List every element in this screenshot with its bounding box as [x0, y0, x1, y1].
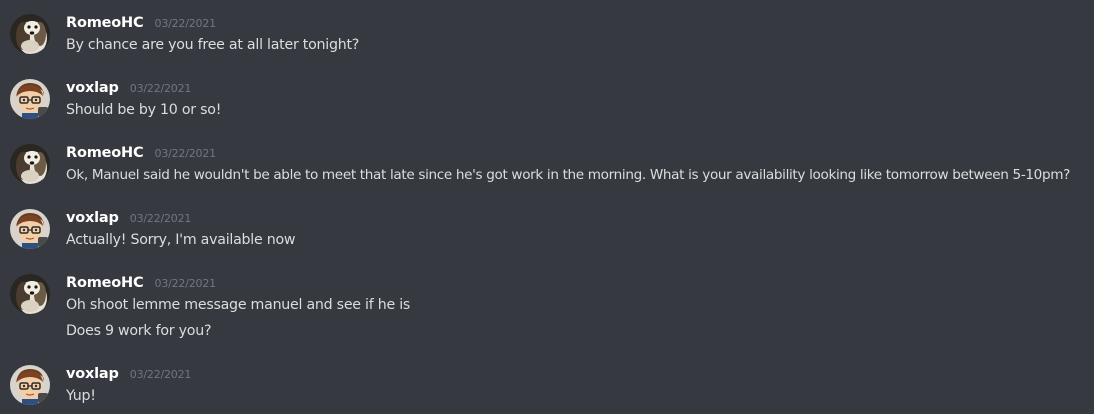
- cartoon-glasses-avatar-icon[interactable]: [10, 209, 50, 249]
- username[interactable]: RomeoHC: [66, 145, 144, 161]
- message-text: By chance are you free at all later toni…: [66, 37, 360, 53]
- username[interactable]: RomeoHC: [66, 15, 144, 31]
- timestamp: 03/22/2021: [129, 82, 192, 95]
- message-header: RomeoHC 03/22/2021: [66, 142, 216, 162]
- message-text: Actually! Sorry, I'm available now: [66, 232, 296, 248]
- dog-avatar-icon[interactable]: [10, 14, 50, 54]
- timestamp: 03/22/2021: [129, 212, 192, 225]
- username[interactable]: voxlap: [66, 80, 119, 96]
- timestamp: 03/22/2021: [154, 17, 217, 30]
- timestamp: 03/22/2021: [154, 277, 217, 290]
- cartoon-glasses-avatar-icon[interactable]: [10, 365, 50, 405]
- chat-log: RomeoHC 03/22/2021 By chance are you fre…: [0, 0, 1094, 414]
- username[interactable]: voxlap: [66, 210, 119, 226]
- message-text: Oh shoot lemme message manuel and see if…: [66, 297, 411, 313]
- timestamp: 03/22/2021: [129, 368, 192, 381]
- dog-avatar-icon[interactable]: [10, 144, 50, 184]
- message-header: RomeoHC 03/22/2021: [66, 272, 216, 292]
- cartoon-glasses-avatar-icon[interactable]: [10, 79, 50, 119]
- message-header: voxlap 03/22/2021: [66, 207, 191, 227]
- message-header: voxlap 03/22/2021: [66, 77, 191, 97]
- message-text: Ok, Manuel said he wouldn't be able to m…: [66, 167, 1071, 183]
- timestamp: 03/22/2021: [154, 147, 217, 160]
- message-header: voxlap 03/22/2021: [66, 363, 191, 383]
- username[interactable]: RomeoHC: [66, 275, 144, 291]
- dog-avatar-icon[interactable]: [10, 274, 50, 314]
- message-text: Does 9 work for you?: [66, 323, 212, 339]
- username[interactable]: voxlap: [66, 366, 119, 382]
- message-header: RomeoHC 03/22/2021: [66, 12, 216, 32]
- message-text: Should be by 10 or so!: [66, 102, 222, 118]
- message-text: Yup!: [66, 388, 96, 404]
